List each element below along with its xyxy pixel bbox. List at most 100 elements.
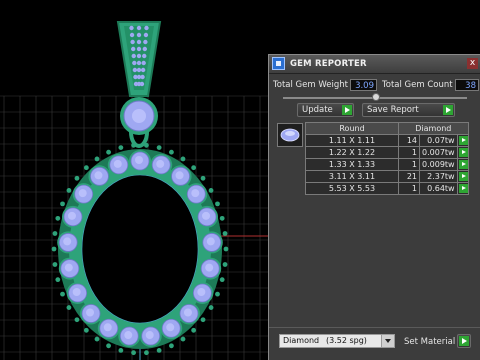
halo-opening (82, 175, 198, 323)
prong-bead (106, 343, 111, 349)
prong-bead (223, 246, 229, 252)
table-row[interactable]: 1.11 X 1.11 14 0.07tw (305, 134, 469, 147)
top-stone-table (132, 109, 146, 123)
set-material-label: Set Material (404, 337, 456, 347)
prong-bead (222, 231, 228, 236)
bail-gem (136, 53, 142, 59)
prong-bead (180, 156, 186, 162)
panel-titlebar[interactable]: GEM REPORTER x (269, 55, 480, 74)
prong-bead (169, 343, 174, 349)
prong-bead (83, 165, 89, 171)
gem-table-facet (86, 308, 95, 317)
bail-gem (129, 32, 135, 38)
prong-bead (180, 336, 186, 342)
gem-thumbnail[interactable] (277, 123, 303, 147)
row-select-button[interactable] (456, 158, 469, 171)
save-report-button[interactable]: Save Report (362, 103, 455, 117)
prong-bead (156, 347, 162, 353)
gem-size-cell: 3.11 X 3.11 (305, 170, 399, 183)
round-gem-icon (280, 128, 300, 142)
gem-size-cell: 1.33 X 1.33 (305, 158, 399, 171)
prong-bead (200, 317, 206, 323)
row-select-button[interactable] (456, 182, 469, 195)
gem-table-facet (206, 237, 215, 246)
play-icon (458, 184, 468, 193)
gem-table-facet (94, 171, 103, 180)
prong-bead (60, 201, 65, 207)
bail-gem (143, 39, 148, 45)
bail-gem (130, 46, 136, 52)
gem-table-facet (72, 288, 81, 296)
column-header-cut: Round (305, 122, 399, 135)
size-slider-handle[interactable] (372, 93, 380, 101)
play-icon (458, 148, 468, 157)
play-icon (443, 105, 453, 115)
update-button[interactable]: Update (297, 103, 354, 117)
prong-bead (52, 231, 58, 236)
save-report-button-label: Save Report (367, 105, 419, 115)
chevron-down-icon[interactable] (381, 335, 394, 347)
prong-bead (66, 305, 72, 310)
prong-bead (74, 175, 80, 181)
play-icon (342, 105, 352, 115)
gem-count-cell: 1 (398, 158, 420, 171)
gem-table-facet (63, 237, 72, 246)
gem-weight-cell: 0.64tw (419, 182, 458, 195)
material-density: (3.52 spg) (326, 336, 367, 345)
bail-gem (139, 81, 145, 87)
prong-bead (222, 262, 228, 267)
gem-weight-cell: 0.007tw (419, 146, 458, 159)
material-dropdown[interactable]: Diamond (3.52 spg) (279, 334, 395, 348)
total-gem-weight-label: Total Gem Weight (273, 80, 348, 90)
gem-table-facet (205, 263, 214, 272)
bail-gem (140, 67, 146, 73)
gem-reporter-panel: GEM REPORTER x Total Gem Weight 3.09 Tot… (268, 54, 480, 360)
row-select-button[interactable] (456, 134, 469, 147)
bail-gem (136, 32, 142, 38)
prong-bead (191, 327, 197, 333)
gem-table-facet (191, 189, 200, 198)
bail-gem (142, 53, 147, 59)
table-row[interactable]: 1.22 X 1.22 1 0.007tw (305, 146, 469, 159)
play-icon (459, 336, 469, 346)
bail-gem (136, 25, 142, 31)
bail-gem (142, 46, 148, 52)
play-icon (458, 160, 468, 169)
gem-weight-cell: 2.37tw (419, 170, 458, 183)
prong-bead (118, 347, 124, 353)
prong-bead (144, 350, 149, 356)
prong-bead (94, 156, 100, 162)
prong-bead (83, 327, 89, 333)
row-select-button[interactable] (456, 146, 469, 159)
gem-table-facet (156, 159, 165, 168)
table-row[interactable]: 3.11 X 3.11 21 2.37tw (305, 170, 469, 183)
prong-bead (219, 215, 225, 221)
gem-weight-cell: 0.07tw (419, 134, 458, 147)
gem-table-facet (183, 308, 192, 317)
prong-bead (131, 142, 136, 148)
set-material-button[interactable] (457, 334, 471, 348)
table-row[interactable]: 1.33 X 1.33 1 0.009tw (305, 158, 469, 171)
gem-table-facet (145, 331, 154, 340)
table-row[interactable]: 5.53 X 5.53 1 0.64tw (305, 182, 469, 195)
row-select-button[interactable] (456, 170, 469, 183)
prong-bead (94, 336, 100, 342)
bail-gem (136, 46, 142, 52)
gem-table-facet (113, 159, 122, 168)
gem-table-facet (103, 323, 112, 332)
close-button[interactable]: x (467, 58, 478, 69)
gem-table-facet (67, 211, 76, 220)
gem-table-facet (64, 263, 73, 272)
bottom-divider (269, 327, 480, 328)
prong-bead (215, 291, 220, 297)
gem-table-facet (78, 189, 87, 198)
bail-gem (136, 39, 142, 45)
gem-count-cell: 21 (398, 170, 420, 183)
update-button-label: Update (302, 105, 333, 115)
bail-gem (129, 25, 134, 31)
gem-weight-cell: 0.009tw (419, 158, 458, 171)
prong-bead (106, 149, 111, 155)
prong-bead (208, 305, 214, 310)
bail-gem (130, 39, 135, 45)
bail-gem (132, 60, 137, 66)
